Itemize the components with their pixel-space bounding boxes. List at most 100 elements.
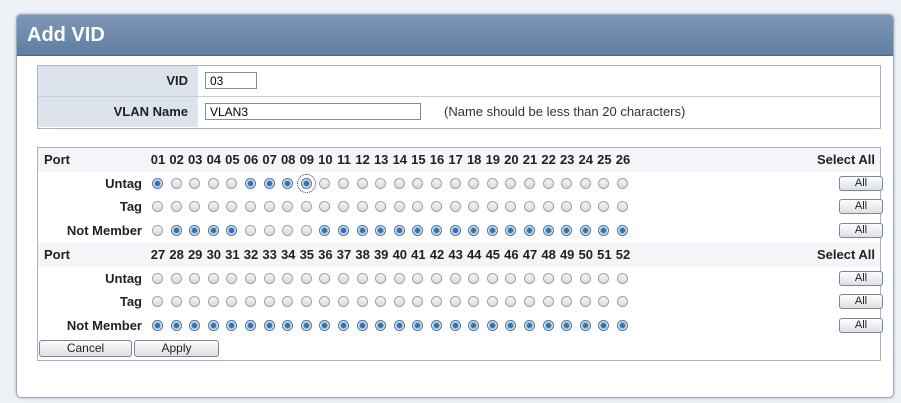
port-radio[interactable]	[617, 177, 628, 189]
port-radio[interactable]	[486, 296, 498, 307]
port-radio[interactable]	[486, 224, 498, 236]
port-radio[interactable]	[375, 319, 387, 331]
port-radio[interactable]	[542, 224, 554, 236]
port-radio[interactable]	[338, 296, 349, 307]
port-radio[interactable]	[338, 177, 349, 189]
port-radio[interactable]	[226, 201, 238, 212]
port-radio[interactable]	[245, 296, 256, 307]
port-radio[interactable]	[431, 296, 442, 307]
port-radio[interactable]	[598, 296, 610, 307]
port-radio[interactable]	[579, 224, 591, 236]
port-radio[interactable]	[356, 272, 368, 284]
port-radio[interactable]	[338, 224, 349, 236]
port-radio[interactable]	[412, 319, 424, 331]
port-radio[interactable]	[505, 296, 517, 307]
port-radio[interactable]	[393, 296, 405, 307]
port-radio[interactable]	[561, 319, 573, 331]
port-radio[interactable]	[282, 224, 294, 236]
port-radio[interactable]	[207, 319, 219, 331]
port-radio[interactable]	[542, 296, 554, 307]
port-radio[interactable]	[170, 224, 182, 236]
port-radio[interactable]	[617, 224, 628, 236]
port-radio[interactable]	[226, 224, 238, 236]
port-radio[interactable]	[393, 177, 405, 189]
port-radio[interactable]	[542, 177, 554, 189]
port-radio[interactable]	[393, 224, 405, 236]
port-radio[interactable]	[207, 296, 219, 307]
port-radio[interactable]	[579, 296, 591, 307]
port-radio[interactable]	[412, 201, 424, 212]
port-radio[interactable]	[300, 201, 312, 212]
port-radio[interactable]	[356, 201, 368, 212]
port-radio[interactable]	[170, 177, 182, 189]
port-radio[interactable]	[486, 201, 498, 212]
port-radio[interactable]	[263, 177, 275, 189]
port-radio[interactable]	[524, 296, 535, 307]
port-radio[interactable]	[319, 319, 331, 331]
port-radio[interactable]	[300, 296, 312, 307]
port-radio[interactable]	[356, 224, 368, 236]
port-radio[interactable]	[300, 319, 312, 331]
port-radio[interactable]	[189, 224, 201, 236]
port-radio[interactable]	[412, 177, 424, 189]
port-radio[interactable]	[170, 272, 182, 284]
vid-input[interactable]	[205, 72, 257, 89]
port-radio[interactable]	[431, 272, 442, 284]
port-radio[interactable]	[152, 224, 163, 236]
port-radio[interactable]	[263, 296, 275, 307]
select-all-button[interactable]: All	[839, 270, 883, 286]
port-radio[interactable]	[356, 319, 368, 331]
port-radio[interactable]	[449, 201, 461, 212]
port-radio[interactable]	[170, 296, 182, 307]
port-radio[interactable]	[449, 272, 461, 284]
port-radio[interactable]	[412, 224, 424, 236]
port-radio[interactable]	[207, 272, 219, 284]
port-radio[interactable]	[226, 272, 238, 284]
port-radio[interactable]	[245, 224, 256, 236]
port-radio[interactable]	[245, 201, 256, 212]
port-radio[interactable]	[263, 201, 275, 212]
port-radio[interactable]	[449, 296, 461, 307]
port-radio[interactable]	[375, 296, 387, 307]
port-radio[interactable]	[226, 296, 238, 307]
port-radio[interactable]	[431, 177, 442, 189]
port-radio[interactable]	[263, 272, 275, 284]
port-radio[interactable]	[579, 319, 591, 331]
port-radio[interactable]	[282, 296, 294, 307]
port-radio[interactable]	[338, 201, 349, 212]
port-radio[interactable]	[300, 224, 312, 236]
port-radio[interactable]	[617, 296, 628, 307]
port-radio[interactable]	[561, 224, 573, 236]
port-radio[interactable]	[296, 173, 316, 193]
port-radio[interactable]	[598, 177, 610, 189]
port-radio[interactable]	[319, 272, 331, 284]
port-radio[interactable]	[170, 201, 182, 212]
port-radio[interactable]	[282, 201, 294, 212]
port-radio[interactable]	[207, 201, 219, 212]
port-radio[interactable]	[338, 319, 349, 331]
port-radio[interactable]	[524, 201, 535, 212]
port-radio[interactable]	[524, 177, 535, 189]
port-radio[interactable]	[375, 224, 387, 236]
port-radio[interactable]	[319, 177, 331, 189]
port-radio[interactable]	[505, 201, 517, 212]
port-radio[interactable]	[170, 319, 182, 331]
port-radio[interactable]	[468, 319, 480, 331]
port-radio[interactable]	[226, 177, 238, 189]
port-radio[interactable]	[189, 177, 201, 189]
port-radio[interactable]	[579, 201, 591, 212]
port-radio[interactable]	[412, 296, 424, 307]
port-radio[interactable]	[617, 201, 628, 212]
port-radio[interactable]	[524, 272, 535, 284]
port-radio[interactable]	[245, 272, 256, 284]
cancel-button[interactable]: Cancel	[39, 340, 132, 357]
port-radio[interactable]	[468, 296, 480, 307]
port-radio[interactable]	[542, 201, 554, 212]
port-radio[interactable]	[617, 319, 628, 331]
port-radio[interactable]	[561, 201, 573, 212]
port-radio[interactable]	[579, 272, 591, 284]
port-radio[interactable]	[189, 319, 201, 331]
port-radio[interactable]	[152, 177, 163, 189]
select-all-button[interactable]: All	[839, 317, 883, 333]
port-radio[interactable]	[598, 224, 610, 236]
